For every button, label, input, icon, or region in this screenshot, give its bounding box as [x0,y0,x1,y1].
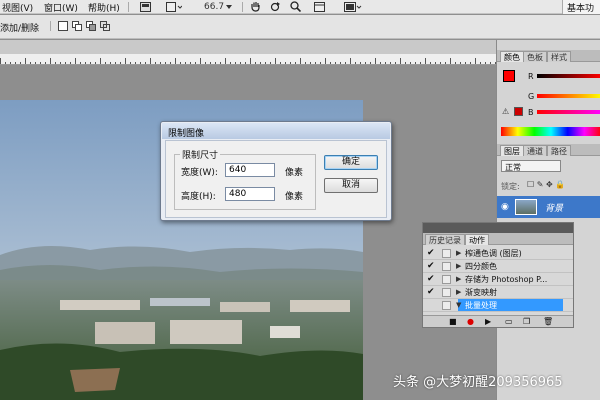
screen-mode-icon[interactable] [344,1,362,12]
foreground-color-swatch[interactable] [503,70,515,82]
warning-icon: ⚠ [502,107,510,116]
expand-arrow-icon[interactable]: ▶ [456,288,461,296]
delete-icon[interactable]: 🗑 [543,317,553,326]
action-toggle-checkbox[interactable]: ✔ [427,288,436,297]
menu-window[interactable]: 窗口(W) [44,1,78,14]
options-bar: 添加/删除 [0,15,600,39]
action-item[interactable]: ✔ ▶ 榨通色调 (图层) [423,247,573,260]
tab-styles[interactable]: 样式 [547,51,571,62]
expand-arrow-icon[interactable]: ▶ [456,275,461,283]
dialog-title: 限制图像 [162,123,390,139]
new-selection-icon[interactable] [58,21,68,34]
action-toggle-checkbox[interactable]: ✔ [427,275,436,284]
layer-thumbnail [515,199,537,215]
action-dialog-toggle[interactable] [442,262,451,271]
play-icon[interactable]: ▶ [485,317,491,326]
ok-button[interactable]: 确定 [324,155,378,170]
dialog-body: 限制尺寸 宽度(W): 像素 高度(H): 像素 确定 取消 [165,140,387,218]
watermark: 头条 @大梦初醒209356965 [393,375,563,390]
height-label: 高度(H): [181,192,216,202]
new-set-icon[interactable]: ▭ [505,317,513,326]
action-item[interactable]: ✔ ▶ 渐变映射 [423,286,573,299]
menu-help[interactable]: 帮助(H) [88,1,120,14]
expand-arrow-icon[interactable]: ▶ [456,262,461,270]
tab-actions[interactable]: 动作 [465,234,489,245]
width-input[interactable] [225,163,275,177]
bridge-icon[interactable] [140,1,151,12]
action-dialog-toggle[interactable] [442,301,451,310]
action-dialog-toggle[interactable] [442,288,451,297]
document-tab-area [0,40,496,54]
record-icon[interactable]: ● [467,317,474,326]
height-unit: 像素 [285,192,304,202]
action-label: 批量处理 [465,301,497,310]
height-input[interactable] [225,187,275,201]
subtract-selection-icon[interactable] [86,21,96,34]
add-selection-icon[interactable] [72,21,82,34]
channel-g-slider[interactable] [537,94,600,98]
action-item[interactable]: ▼ 批量处理 [423,299,573,312]
lock-icons[interactable]: ☐ ✎ ✥ 🔒 [527,180,565,189]
width-label: 宽度(W): [181,168,218,178]
new-action-icon[interactable]: ❐ [523,317,530,326]
zoom-level[interactable]: 66.7 [204,1,224,12]
actions-panel: 历史记录 动作 ✔ ▶ 榨通色调 (图层) ✔ ▶ 四分颜色 ✔ ▶ 存储为 Photoshop… [422,222,574,328]
workspace-switcher[interactable]: 基本功 [562,0,600,14]
group-label: 限制尺寸 [180,148,221,161]
channel-b-label: B [528,108,534,117]
channel-r-slider[interactable] [537,74,600,78]
arrange-documents-icon[interactable] [314,1,325,12]
action-dialog-toggle[interactable] [442,249,451,258]
menu-bar: 视图(V) 窗口(W) 帮助(H) 66.7 基本功 [0,0,600,14]
tab-swatches[interactable]: 色板 [523,51,547,62]
actions-panel-header [423,223,573,233]
tab-channels[interactable]: 通道 [523,145,547,156]
limit-image-dialog: 限制图像 限制尺寸 宽度(W): 像素 高度(H): 像素 确定 取消 [160,121,392,221]
add-remove-option[interactable]: 添加/删除 [0,21,39,34]
channel-r-label: R [528,72,534,81]
color-panel-tabs: 颜色 色板 样式 [497,50,600,62]
width-unit: 像素 [285,168,304,178]
constrain-size-group: 限制尺寸 宽度(W): 像素 高度(H): 像素 [174,148,316,210]
right-panels: 颜色 色板 样式 R ⚠ G B 图层 通道 路径 正常 锁定: ☐ ✎ ✥ 🔒… [496,40,600,400]
color-spectrum-bar[interactable] [501,127,600,136]
horizontal-ruler [0,54,496,65]
layer-row-background[interactable]: ◉ 背景 [497,196,600,218]
zoom-dropdown-icon[interactable] [226,1,232,12]
zoom-tool-icon[interactable] [290,1,301,12]
action-toggle-checkbox[interactable]: ✔ [427,249,436,258]
tab-color[interactable]: 颜色 [500,51,524,62]
tab-history[interactable]: 历史记录 [425,234,465,245]
intersect-selection-icon[interactable] [100,21,110,34]
lock-label: 锁定: [501,182,520,191]
channel-b-slider[interactable] [537,110,600,114]
actions-panel-tabs: 历史记录 动作 [423,233,573,245]
expand-arrow-icon[interactable]: ▼ [456,301,461,309]
layers-panel-tabs: 图层 通道 路径 [497,144,600,156]
layer-name[interactable]: 背景 [545,201,563,214]
action-dialog-toggle[interactable] [442,275,451,284]
expand-arrow-icon[interactable]: ▶ [456,249,461,257]
gamut-swatch[interactable] [514,107,523,116]
action-item[interactable]: ✔ ▶ 四分颜色 [423,260,573,273]
action-toggle-checkbox[interactable]: ✔ [427,262,436,271]
rotate-view-icon[interactable] [270,1,281,12]
action-toggle-checkbox[interactable] [427,301,436,310]
eye-icon[interactable]: ◉ [501,202,509,212]
action-label: 榨通色调 (图层) [465,249,522,258]
stop-icon[interactable]: ■ [449,317,457,326]
cancel-button[interactable]: 取消 [324,178,378,193]
blend-mode-select[interactable]: 正常 [501,160,561,172]
action-label: 渐变映射 [465,288,497,297]
view-extras-icon[interactable] [166,1,182,12]
tab-paths[interactable]: 路径 [547,145,571,156]
tab-layers[interactable]: 图层 [500,145,524,156]
action-label: 四分颜色 [465,262,497,271]
menu-view[interactable]: 视图(V) [2,1,33,14]
channel-g-label: G [528,92,535,101]
hand-tool-icon[interactable] [250,1,261,12]
actions-toolbar: ■ ● ▶ ▭ ❐ 🗑 [423,315,573,327]
action-item[interactable]: ✔ ▶ 存储为 Photoshop P... [423,273,573,286]
action-label: 存储为 Photoshop P... [465,275,548,284]
